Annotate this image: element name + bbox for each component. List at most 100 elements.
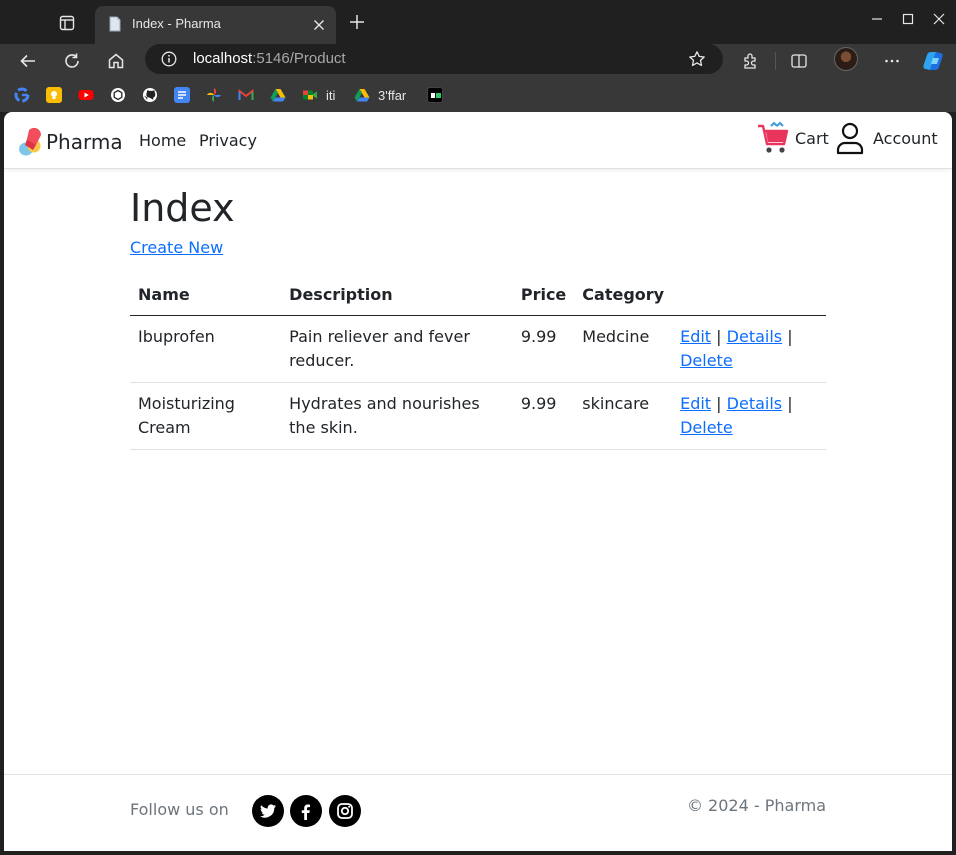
column-header-description: Description	[281, 275, 513, 316]
more-options-icon[interactable]	[879, 48, 905, 74]
address-bar[interactable]: localhost:5146/Product	[145, 44, 723, 74]
gmail-icon	[238, 87, 254, 103]
delete-link[interactable]: Delete	[680, 351, 733, 370]
products-table: Name Description Price Category Ibuprofe…	[130, 275, 826, 450]
youtube-icon	[78, 87, 94, 103]
table-header-row: Name Description Price Category	[130, 275, 826, 316]
instagram-icon[interactable]	[329, 795, 361, 827]
photos-icon	[206, 87, 222, 103]
cell-category: Medcine	[574, 315, 673, 383]
nav-account-link[interactable]: Account	[836, 121, 938, 155]
back-icon[interactable]	[13, 46, 43, 76]
delete-link[interactable]: Delete	[680, 418, 733, 437]
bookmark-3ffar[interactable]: 3'ffar	[354, 86, 406, 104]
home-icon[interactable]	[101, 46, 131, 76]
column-header-actions	[672, 275, 826, 316]
brand-link[interactable]: Pharma	[17, 126, 123, 157]
chatgpt-icon	[110, 87, 126, 103]
browser-toolbar: localhost:5146/Product	[0, 44, 956, 78]
user-icon	[836, 122, 864, 155]
site-footer: Follow us on © 2024 - Pharma	[4, 774, 952, 851]
site-info-icon[interactable]	[161, 51, 177, 67]
nav-home-link[interactable]: Home	[139, 131, 186, 150]
bookmark-gmail[interactable]	[238, 86, 254, 104]
brand-name: Pharma	[46, 129, 123, 154]
details-link[interactable]: Details	[727, 394, 782, 413]
bookmark-docs[interactable]	[174, 86, 190, 104]
nav-privacy-link[interactable]: Privacy	[199, 131, 257, 150]
cell-price: 9.99	[512, 315, 575, 383]
google-icon	[14, 87, 30, 103]
nav-account-label: Account	[873, 128, 938, 148]
cell-name: Ibuprofen	[130, 315, 282, 383]
address-host: localhost	[193, 50, 253, 67]
cell-name: Moisturizing Cream	[130, 382, 282, 450]
table-row: Ibuprofen Pain reliever and fever reduce…	[130, 315, 826, 383]
cell-description: Hydrates and nourishes the skin.	[281, 382, 513, 450]
meet-icon	[302, 87, 318, 103]
close-window-icon[interactable]	[928, 8, 950, 30]
toolbar-separator	[775, 52, 776, 70]
profile-avatar[interactable]	[834, 47, 858, 71]
bookmark-github[interactable]	[142, 86, 158, 104]
page-title: Index	[130, 186, 235, 230]
bookmark-youtube[interactable]	[78, 86, 94, 104]
column-header-name: Name	[130, 275, 282, 316]
address-text[interactable]: localhost:5146/Product	[193, 50, 346, 67]
facebook-icon[interactable]	[290, 795, 322, 827]
column-header-category: Category	[574, 275, 673, 316]
tab-close-icon[interactable]	[309, 15, 329, 35]
bookmark-photos[interactable]	[206, 86, 222, 104]
cell-price: 9.99	[512, 382, 575, 450]
docs-icon	[174, 87, 190, 103]
refresh-icon[interactable]	[57, 46, 87, 76]
copilot-icon[interactable]	[920, 48, 946, 74]
hackerrank-icon	[427, 87, 443, 103]
cell-actions: Edit | Details | Delete	[672, 315, 826, 383]
bookmark-hackerrank[interactable]	[427, 86, 443, 104]
bookmark-3ffar-label: 3'ffar	[378, 87, 407, 103]
action-separator: |	[716, 327, 722, 346]
favorite-star-icon[interactable]	[688, 50, 706, 68]
address-path: :5146/Product	[252, 50, 346, 67]
keep-icon	[46, 87, 62, 103]
extensions-icon[interactable]	[738, 48, 764, 74]
table-row: Moisturizing Cream Hydrates and nourishe…	[130, 382, 826, 450]
bookmark-drive[interactable]	[270, 86, 286, 104]
nav-cart-link[interactable]: Cart	[757, 121, 829, 155]
drive-3ffar-icon	[354, 87, 370, 103]
github-icon	[142, 87, 158, 103]
split-screen-icon[interactable]	[786, 48, 812, 74]
bookmark-iti[interactable]: iti	[326, 86, 335, 104]
tab-title: Index - Pharma	[132, 16, 221, 31]
new-tab-icon[interactable]	[345, 10, 369, 34]
edit-link[interactable]: Edit	[680, 394, 711, 413]
details-link[interactable]: Details	[727, 327, 782, 346]
copyright-text: © 2024 - Pharma	[686, 796, 826, 815]
cell-actions: Edit | Details | Delete	[672, 382, 826, 450]
twitter-icon[interactable]	[252, 795, 284, 827]
action-separator: |	[787, 327, 793, 346]
follow-us-label: Follow us on	[130, 800, 229, 819]
page-viewport: Pharma Home Privacy Cart Account Index C…	[4, 112, 952, 851]
bookmark-keep[interactable]	[46, 86, 62, 104]
bookmark-google[interactable]	[14, 86, 30, 104]
pharma-logo-icon	[19, 127, 42, 156]
create-new-link[interactable]: Create New	[130, 238, 223, 257]
maximize-icon[interactable]	[897, 8, 919, 30]
page-favicon-icon	[107, 16, 123, 32]
column-header-price: Price	[512, 275, 575, 316]
minimize-icon[interactable]	[866, 8, 888, 30]
tab-actions-icon[interactable]	[52, 8, 82, 38]
cart-icon	[758, 121, 789, 153]
edit-link[interactable]: Edit	[680, 327, 711, 346]
drive-icon	[270, 87, 286, 103]
bookmark-meet[interactable]	[302, 86, 318, 104]
bookmarks-bar: iti 3'ffar	[0, 78, 956, 112]
site-navbar: Pharma Home Privacy Cart Account	[4, 112, 952, 169]
action-separator: |	[787, 394, 793, 413]
bookmark-chatgpt[interactable]	[110, 86, 126, 104]
cell-category: skincare	[574, 382, 673, 450]
browser-tab-active[interactable]: Index - Pharma	[95, 6, 336, 44]
nav-cart-label: Cart	[795, 128, 829, 148]
